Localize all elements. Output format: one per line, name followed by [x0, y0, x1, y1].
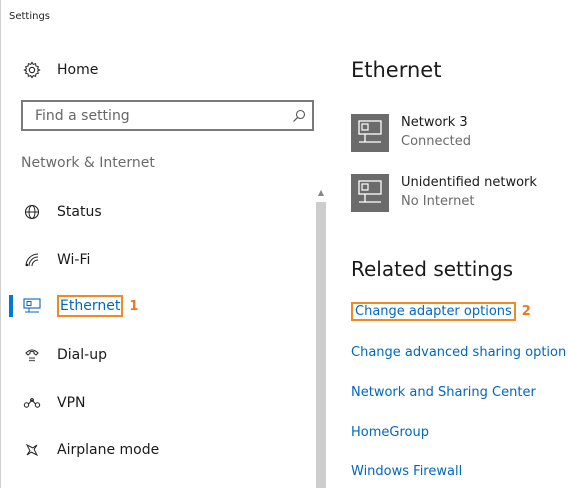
link-label[interactable]: Change adapter options	[351, 302, 516, 321]
settings-window: Settings Home Network & Internet	[0, 0, 568, 488]
home-button[interactable]: Home	[23, 58, 98, 82]
nav-item-label: Airplane mode	[57, 442, 160, 458]
nav-item-status[interactable]: Status	[1, 197, 311, 227]
network-status: No Internet	[401, 194, 475, 209]
related-settings-title: Related settings	[351, 257, 514, 281]
ethernet-icon	[23, 297, 41, 315]
vpn-icon	[23, 394, 41, 412]
ethernet-network-icon	[351, 174, 389, 212]
dialup-icon	[23, 346, 41, 364]
nav-item-label: VPN	[57, 395, 86, 411]
nav-item-vpn[interactable]: VPN	[1, 388, 311, 418]
network-name: Network 3	[401, 115, 468, 130]
nav-item-ethernet[interactable]: Ethernet 1	[1, 291, 311, 321]
callout-number: 2	[521, 304, 531, 319]
network-status: Connected	[401, 134, 472, 149]
callout-number: 1	[129, 298, 139, 314]
search-box[interactable]	[21, 100, 314, 131]
airplane-icon	[23, 441, 41, 459]
search-icon[interactable]	[292, 109, 306, 123]
sidebar: Home Network & Internet Status	[1, 0, 331, 488]
link-homegroup[interactable]: HomeGroup	[351, 425, 429, 440]
link-change-advanced-sharing[interactable]: Change advanced sharing option	[351, 345, 566, 360]
network-name: Unidentified network	[401, 175, 537, 190]
ethernet-network-icon	[351, 114, 389, 152]
nav-item-label: Dial-up	[57, 347, 107, 363]
page-title: Ethernet	[351, 58, 442, 82]
sidebar-scrollbar[interactable]: ▲	[315, 186, 327, 488]
nav-item-wifi[interactable]: Wi-Fi	[1, 245, 311, 275]
section-label: Network & Internet	[21, 155, 155, 171]
search-input[interactable]	[23, 101, 292, 130]
link-network-sharing-center[interactable]: Network and Sharing Center	[351, 385, 536, 400]
main-content: Ethernet Network 3 Connected Unidentifie…	[351, 0, 568, 488]
network-item[interactable]: Network 3 Connected	[351, 114, 568, 158]
globe-icon	[23, 203, 41, 221]
nav-item-airplane-mode[interactable]: Airplane mode	[1, 435, 311, 465]
scroll-up-arrow-icon[interactable]: ▲	[315, 186, 327, 200]
link-windows-firewall[interactable]: Windows Firewall	[351, 464, 462, 479]
nav-item-label: Ethernet	[57, 295, 124, 317]
nav-item-dialup[interactable]: Dial-up	[1, 340, 311, 370]
gear-icon	[23, 61, 41, 79]
network-item[interactable]: Unidentified network No Internet	[351, 174, 568, 218]
home-label: Home	[57, 62, 99, 78]
nav-item-label: Wi-Fi	[57, 252, 91, 268]
nav-item-label: Status	[57, 204, 102, 220]
scrollbar-thumb[interactable]	[316, 202, 326, 488]
link-change-adapter-options[interactable]: Change adapter options 2	[351, 302, 531, 321]
wifi-icon	[23, 251, 41, 269]
